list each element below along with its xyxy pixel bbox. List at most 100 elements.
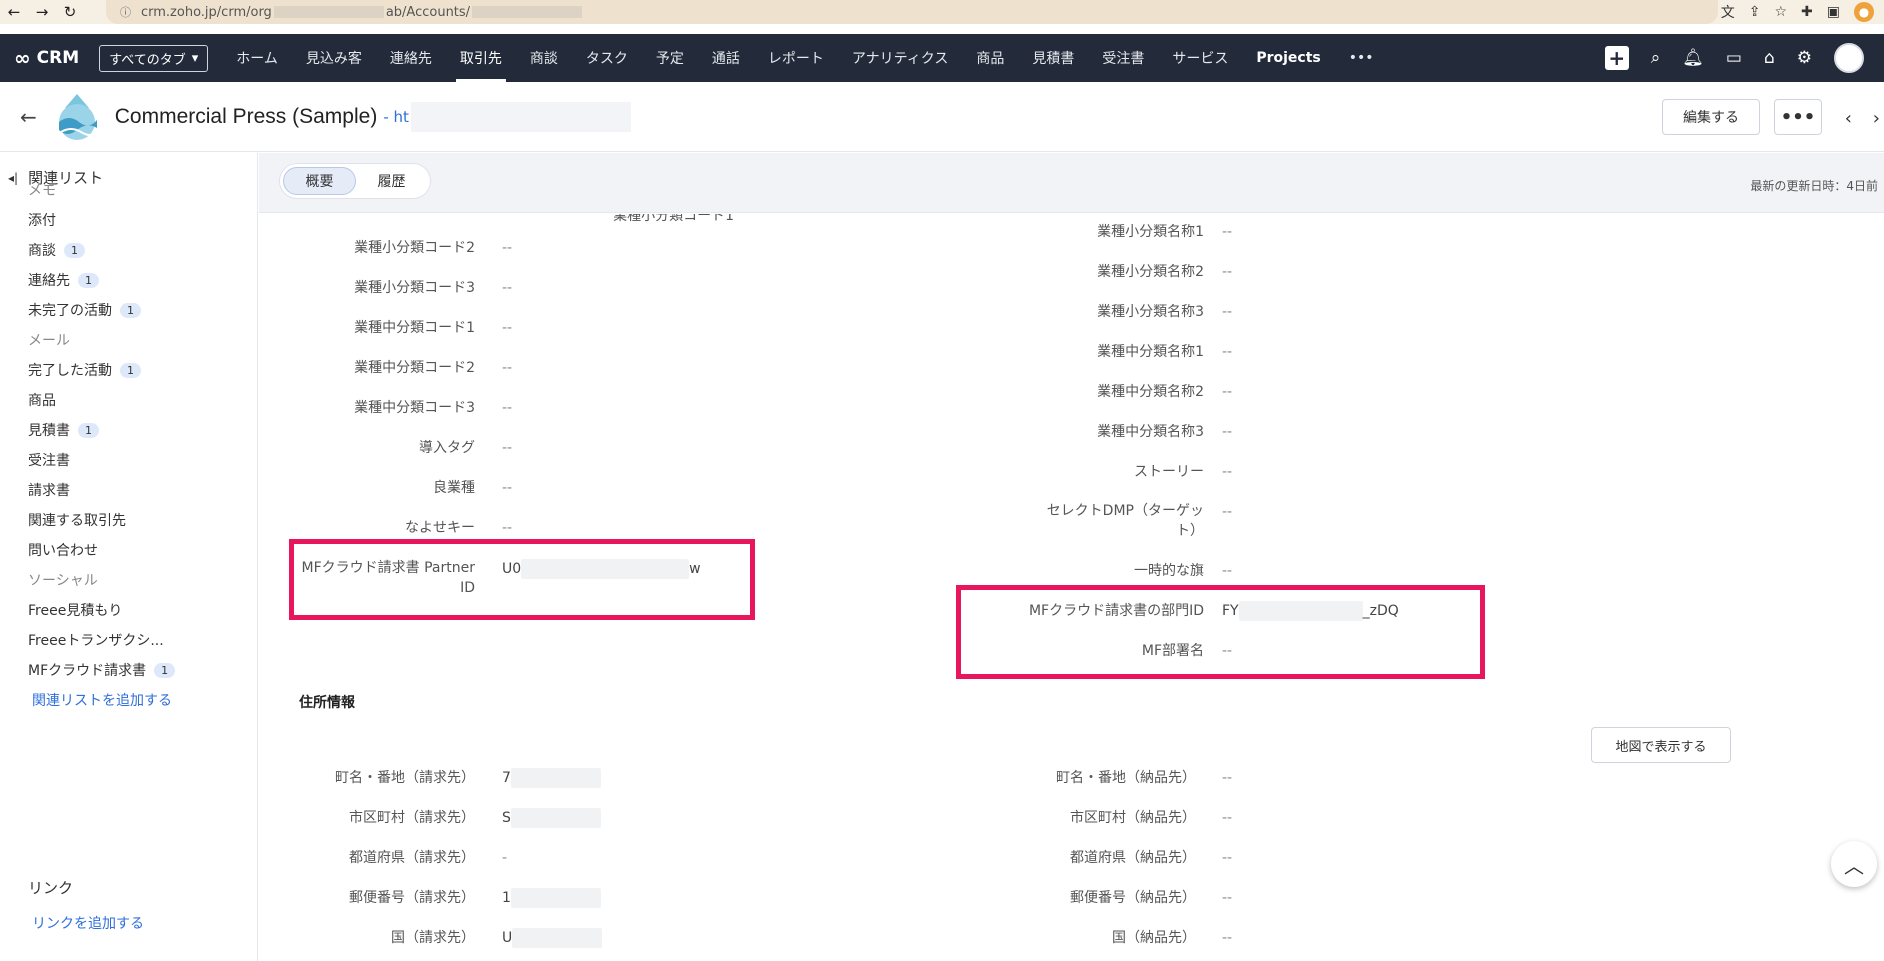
add-link-link[interactable]: リンクを追加する (32, 913, 144, 933)
field-value[interactable]: U (502, 928, 603, 948)
sidebar-item-10[interactable]: 請求書 (28, 480, 70, 500)
sidebar-item-15[interactable]: Freeeトランザクシ... (28, 630, 164, 650)
bookmark-star-icon[interactable]: ☆ (1774, 4, 1787, 20)
extensions-icon[interactable]: ✚ (1801, 4, 1813, 20)
field-value[interactable]: -- (1222, 928, 1232, 948)
sidebar-item-11[interactable]: 関連する取引先 (28, 510, 126, 530)
sidebar-item-8[interactable]: 見積書 1 (28, 420, 99, 440)
nav-tab-12[interactable]: 受注書 (1088, 34, 1158, 82)
nav-tab-3[interactable]: 取引先 (446, 34, 516, 82)
field-value[interactable]: -- (1222, 768, 1232, 788)
forward-arrow-icon[interactable]: → (28, 3, 56, 21)
field-value[interactable]: -- (1222, 888, 1232, 908)
sidebar-item-label: 受注書 (28, 453, 70, 469)
sidebar-item-0[interactable]: メモ (28, 180, 56, 200)
sidebar-item-13[interactable]: ソーシャル (28, 570, 98, 590)
search-icon[interactable]: ⌕ (1651, 48, 1661, 68)
nav-tab-4[interactable]: 商談 (516, 34, 572, 82)
sidebar-item-1[interactable]: 添付 (28, 210, 56, 230)
sidebar-item-12[interactable]: 問い合わせ (28, 540, 98, 560)
field-value[interactable]: -- (1222, 808, 1232, 828)
scroll-to-top-icon[interactable]: ︿ (1831, 841, 1877, 887)
profile-icon[interactable]: ● (1854, 2, 1874, 22)
nav-tab-11[interactable]: 見積書 (1018, 34, 1088, 82)
tab-history[interactable]: 履歴 (356, 167, 427, 195)
field-value[interactable]: S (502, 808, 601, 828)
nav-tab-5[interactable]: タスク (572, 34, 642, 82)
show-map-button[interactable]: 地図で表示する (1591, 727, 1731, 763)
nav-tab-14[interactable]: Projects (1242, 34, 1334, 82)
field-value[interactable]: -- (1222, 848, 1232, 868)
sidebar-item-label: メール (28, 333, 70, 349)
previous-record-icon[interactable]: ‹ (1845, 108, 1852, 129)
back-arrow-icon[interactable]: ← (20, 105, 37, 129)
field-value[interactable]: -- (1222, 422, 1232, 442)
field-value[interactable]: -- (1222, 302, 1232, 322)
collapse-sidebar-icon[interactable]: ◂| (8, 171, 18, 185)
field-value[interactable]: -- (502, 398, 512, 418)
field-value[interactable]: -- (502, 438, 512, 458)
nav-more-icon[interactable]: ••• (1335, 34, 1388, 82)
more-actions-button[interactable]: ••• (1774, 99, 1822, 135)
create-plus-icon[interactable]: + (1604, 46, 1629, 70)
nav-tab-8[interactable]: レポート (754, 34, 838, 82)
back-arrow-icon[interactable]: ← (0, 3, 28, 21)
edit-button[interactable]: 編集する (1662, 99, 1760, 135)
nav-tab-10[interactable]: 商品 (962, 34, 1018, 82)
bell-icon[interactable]: 🔔︎ (1682, 48, 1704, 68)
field-value[interactable]: -- (502, 518, 512, 538)
field-value-select-dmp[interactable]: -- (1222, 502, 1232, 522)
address-bar[interactable]: ⓘ crm.zoho.jp/crm/org ab/Accounts/ (106, 0, 1718, 24)
field-value[interactable]: -- (1222, 222, 1232, 242)
field-value[interactable]: -- (502, 358, 512, 378)
next-record-icon[interactable]: › (1873, 108, 1880, 129)
field-value[interactable]: -- (1222, 462, 1232, 482)
field-value[interactable]: -- (502, 478, 512, 498)
field-value[interactable]: -- (502, 238, 512, 258)
add-related-list-link[interactable]: 関連リストを追加する (32, 690, 172, 710)
record-website-link[interactable]: - ht (383, 108, 409, 126)
sidebar-item-4[interactable]: 未完了の活動 1 (28, 300, 141, 320)
marketplace-icon[interactable]: ⌂ (1764, 48, 1775, 68)
nav-tab-7[interactable]: 通話 (698, 34, 754, 82)
user-avatar[interactable] (1834, 43, 1864, 73)
crm-logo[interactable]: ∞ CRM (14, 46, 79, 70)
field-label: ストーリー (1134, 464, 1204, 480)
nav-tab-6[interactable]: 予定 (642, 34, 698, 82)
nav-tab-1[interactable]: 見込み客 (292, 34, 376, 82)
field-value[interactable]: -- (502, 278, 512, 298)
sidebar-item-16[interactable]: MFクラウド請求書 1 (28, 660, 176, 680)
sidebar-item-14[interactable]: Freee見積もり (28, 600, 122, 620)
sidebar-item-7[interactable]: 商品 (28, 390, 56, 410)
translate-icon[interactable]: 文 (1721, 2, 1735, 22)
share-icon[interactable]: ⇪ (1749, 4, 1761, 20)
sidebar-item-5[interactable]: メール (28, 330, 70, 350)
side-panel-icon[interactable]: ▣ (1827, 4, 1840, 20)
field-value[interactable]: -- (502, 318, 512, 338)
highlight-mf-department (956, 585, 1485, 679)
calendar-icon[interactable]: ▭ (1726, 48, 1742, 68)
nav-tab-2[interactable]: 連絡先 (376, 34, 446, 82)
nav-tab-9[interactable]: アナリティクス (838, 34, 962, 82)
field-value[interactable]: -- (1222, 262, 1232, 282)
field-value[interactable]: -- (1222, 382, 1232, 402)
field-value-temporary-flag[interactable]: -- (1222, 561, 1232, 581)
sidebar-item-label: 関連する取引先 (28, 513, 126, 529)
sidebar-item-label: 未完了の活動 (28, 303, 112, 319)
field-label-cutoff: 業種小分類コード1 (613, 214, 734, 224)
field-value[interactable]: 7 (502, 768, 601, 788)
sidebar-item-9[interactable]: 受注書 (28, 450, 70, 470)
sidebar-item-6[interactable]: 完了した活動 1 (28, 360, 141, 380)
reload-icon[interactable]: ↻ (56, 3, 84, 21)
field-value[interactable]: 1 (502, 888, 601, 908)
nav-tab-0[interactable]: ホーム (222, 34, 292, 82)
tab-overview[interactable]: 概要 (283, 167, 356, 195)
sidebar-item-2[interactable]: 商談 1 (28, 240, 85, 260)
field-value[interactable]: -- (1222, 342, 1232, 362)
site-info-icon[interactable]: ⓘ (120, 4, 131, 20)
all-tabs-dropdown[interactable]: すべてのタブ ▾ (99, 44, 209, 72)
field-value[interactable]: - (502, 848, 507, 868)
sidebar-item-3[interactable]: 連絡先 1 (28, 270, 99, 290)
nav-tab-13[interactable]: サービス (1158, 34, 1242, 82)
gear-icon[interactable]: ⚙ (1797, 48, 1812, 68)
